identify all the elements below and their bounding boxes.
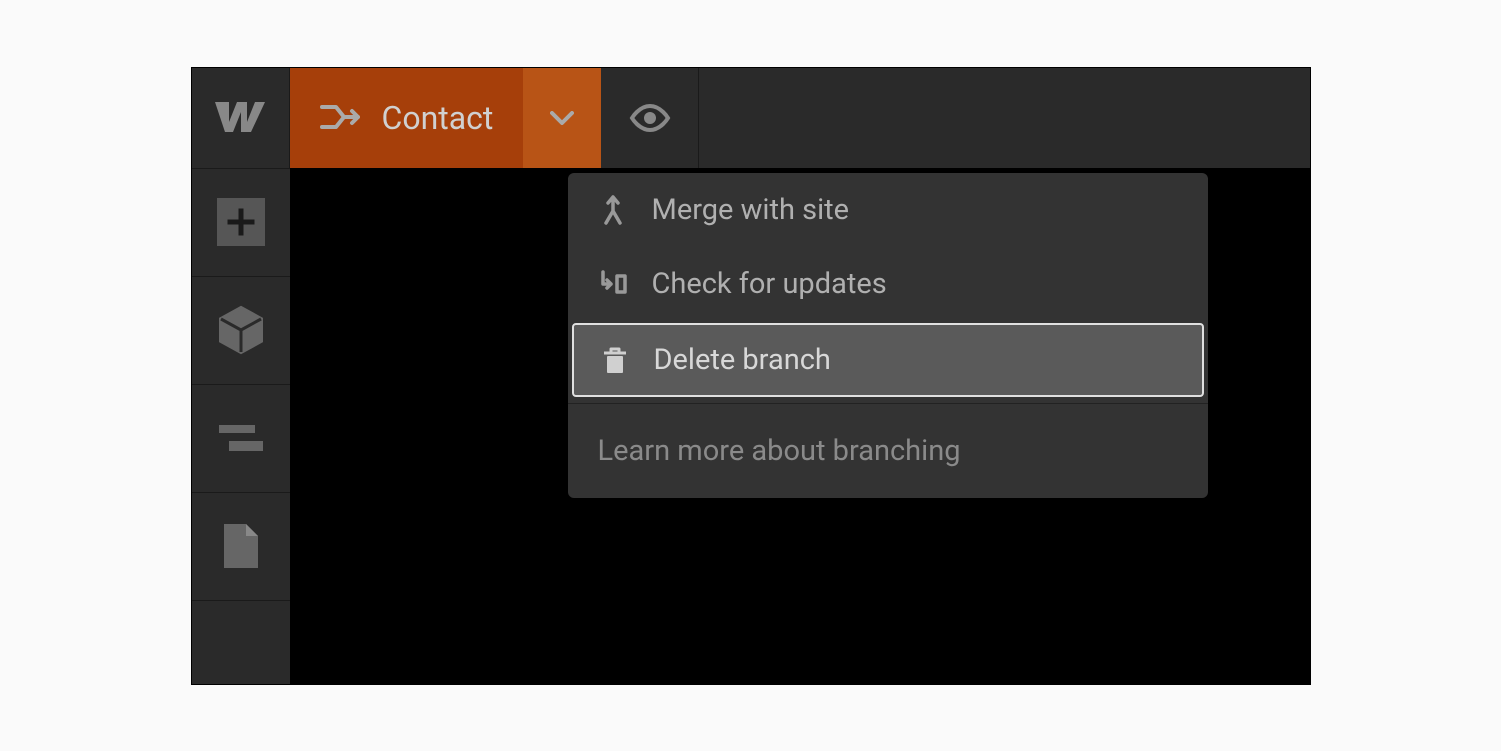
check-updates-label: Check for updates	[652, 267, 887, 301]
page-dropdown-toggle[interactable]	[523, 68, 601, 168]
page-selector[interactable]: Contact	[290, 68, 524, 168]
main-area: Merge with site Check for updates	[192, 168, 1310, 684]
chevron-down-icon	[550, 111, 574, 125]
plus-icon	[226, 207, 256, 237]
page-icon	[221, 521, 261, 571]
menu-separator	[568, 403, 1208, 404]
webflow-logo-icon	[213, 100, 267, 136]
merge-with-site-item[interactable]: Merge with site	[568, 173, 1208, 247]
trash-icon	[600, 345, 630, 375]
learn-more-link[interactable]: Learn more about branching	[568, 410, 1208, 498]
page-label: Contact	[382, 99, 494, 137]
delete-branch-item[interactable]: Delete branch	[572, 323, 1204, 397]
branch-dropdown-menu: Merge with site Check for updates	[568, 173, 1208, 498]
eye-icon	[629, 103, 671, 133]
navigator-button[interactable]	[192, 385, 290, 493]
canvas: Merge with site Check for updates	[290, 168, 1310, 684]
merge-icon	[598, 195, 628, 225]
components-button[interactable]	[192, 277, 290, 385]
update-icon	[598, 270, 628, 298]
learn-more-label: Learn more about branching	[598, 434, 961, 468]
left-sidebar	[192, 168, 290, 684]
delete-branch-label: Delete branch	[654, 343, 831, 377]
preview-button[interactable]	[601, 68, 699, 168]
check-updates-item[interactable]: Check for updates	[568, 247, 1208, 321]
add-element-button[interactable]	[192, 169, 290, 277]
pages-button[interactable]	[192, 493, 290, 601]
cube-icon	[218, 305, 264, 355]
merge-label: Merge with site	[652, 193, 850, 227]
top-bar: Contact	[192, 68, 1310, 168]
logo-button[interactable]	[192, 68, 290, 168]
navigator-icon	[219, 423, 263, 453]
branch-icon	[320, 103, 360, 133]
app-window: Contact	[191, 67, 1311, 685]
plus-icon-container	[217, 198, 265, 246]
